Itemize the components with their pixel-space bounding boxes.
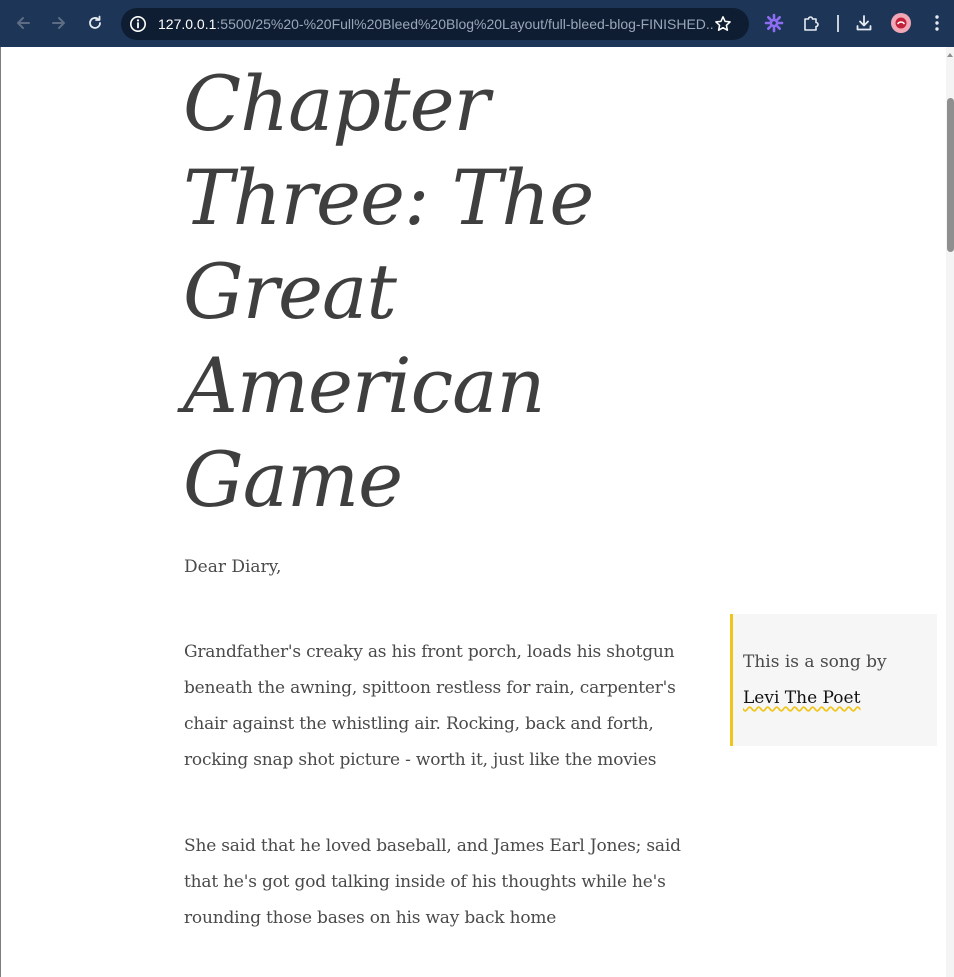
blog-page: Chapter Three: The Great American Game D… bbox=[0, 47, 946, 977]
url-path: :5500/25%20-%20Full%20Bleed%20Blog%20Lay… bbox=[216, 16, 713, 32]
scroll-up-arrow-icon[interactable] bbox=[946, 51, 954, 59]
song-author-link[interactable]: Levi The Poet bbox=[743, 688, 860, 708]
aside-text: This is a song by bbox=[743, 652, 887, 672]
article-paragraph: She said that he loved baseball, and Jam… bbox=[184, 836, 681, 928]
profile-avatar-icon[interactable] bbox=[890, 12, 912, 34]
arrow-right-icon bbox=[52, 17, 65, 29]
reload-icon bbox=[89, 15, 101, 29]
article-salutation: Dear Diary, bbox=[184, 557, 282, 577]
aside-callout: This is a song by Levi The Poet bbox=[730, 614, 937, 746]
browser-menu-icon[interactable] bbox=[926, 12, 948, 34]
toolbar-divider bbox=[837, 15, 839, 32]
bookmark-star-icon[interactable] bbox=[714, 15, 732, 33]
scrollbar-thumb[interactable] bbox=[947, 98, 954, 252]
page-scrollbar[interactable] bbox=[946, 47, 954, 977]
browser-toolbar: 127.0.0.1:5500/25%20-%20Full%20Bleed%20B… bbox=[0, 0, 954, 47]
forward-button[interactable] bbox=[47, 11, 71, 35]
address-bar[interactable]: 127.0.0.1:5500/25%20-%20Full%20Bleed%20B… bbox=[121, 8, 749, 40]
url-text[interactable]: 127.0.0.1:5500/25%20-%20Full%20Bleed%20B… bbox=[158, 15, 713, 33]
article-paragraph: Grandfather's creaky as his front porch,… bbox=[184, 642, 676, 770]
downloads-icon[interactable] bbox=[853, 12, 875, 34]
arrow-left-icon bbox=[17, 17, 30, 29]
back-button[interactable] bbox=[11, 11, 35, 35]
extensions-puzzle-icon[interactable] bbox=[800, 12, 822, 34]
url-host: 127.0.0.1 bbox=[158, 16, 217, 32]
article-title: Chapter Three: The Great American Game bbox=[183, 59, 594, 524]
reload-button[interactable] bbox=[83, 11, 107, 35]
site-info-icon[interactable] bbox=[129, 15, 147, 33]
extension-gear-icon[interactable] bbox=[763, 12, 785, 34]
